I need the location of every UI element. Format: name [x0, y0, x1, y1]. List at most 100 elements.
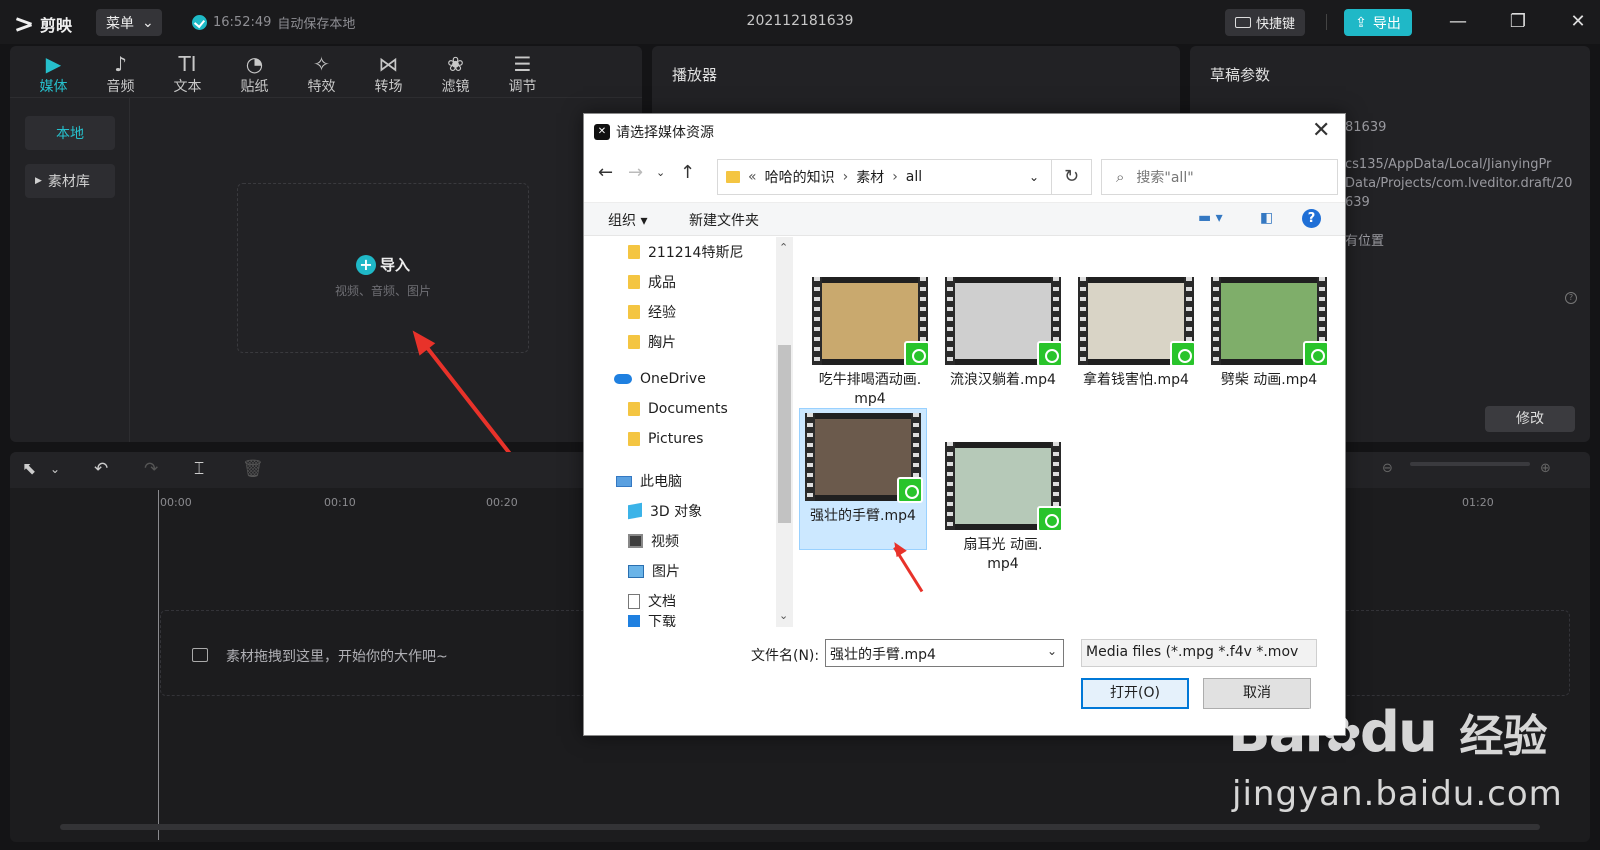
- tab-label: 贴纸: [240, 79, 269, 95]
- tree-item[interactable]: 胸片: [628, 332, 676, 352]
- tree-item[interactable]: 3D 对象: [628, 501, 702, 521]
- video-thumbnail: [805, 413, 923, 503]
- file-type-value: Media files (*.mpg *.f4v *.mov: [1086, 644, 1299, 660]
- title-bar: 剪映 菜单 ⌄ 16:52:49 自动保存本地 202112181639 快捷键…: [0, 0, 1600, 44]
- chevron-down-icon[interactable]: ⌄: [656, 166, 665, 179]
- tab-media[interactable]: ▶ 媒体: [20, 46, 87, 97]
- sidebar-item-library[interactable]: ▶ 素材库: [25, 164, 115, 198]
- file-item[interactable]: 吃牛排喝酒动画. mp4: [806, 273, 934, 409]
- sidebar-item-label: 素材库: [47, 174, 90, 190]
- tree-item-this-pc[interactable]: 此电脑: [616, 471, 682, 491]
- modify-button[interactable]: 修改: [1485, 406, 1575, 432]
- file-item-selected[interactable]: 强壮的手臂.mp4: [799, 408, 927, 550]
- media-tabs: ▶ 媒体 ♪ 音频 TI 文本 ◔ 贴纸 ✧ 特效 ⋈ 转场 ❀ 滤镜 ☰ 调节: [10, 46, 642, 98]
- view-options-icon[interactable]: ▬ ▾: [1198, 210, 1223, 226]
- tree-item[interactable]: 211214特斯尼: [628, 242, 743, 262]
- file-item[interactable]: 流浪汉躺着.mp4: [939, 273, 1067, 390]
- export-label: 导出: [1372, 15, 1401, 32]
- organize-button[interactable]: 组织 ▾: [608, 210, 647, 230]
- watermark-jingyan: 经验: [1459, 711, 1548, 762]
- file-name-value: 强壮的手臂.mp4: [830, 647, 936, 663]
- up-arrow-icon[interactable]: ↑: [680, 162, 695, 183]
- redo-icon[interactable]: ↷: [144, 459, 158, 479]
- help-icon[interactable]: ?: [1565, 292, 1577, 304]
- timeline-scrollbar[interactable]: [60, 824, 1540, 830]
- cloud-icon: [614, 374, 632, 384]
- tree-item-label: Pictures: [648, 431, 704, 447]
- file-type-select[interactable]: Media files (*.mpg *.f4v *.mov: [1081, 639, 1317, 667]
- navigation-row: ← → ⌄ ↑ « 哈哈的知识 › 素材 › all ⌄ ↻ ⌕ 搜索"all": [584, 154, 1345, 195]
- tree-item[interactable]: 视频: [628, 531, 679, 551]
- file-item[interactable]: 拿着钱害怕.mp4: [1072, 273, 1200, 390]
- watermark-du: du: [1359, 700, 1438, 765]
- maximize-icon[interactable]: ❐: [1506, 10, 1530, 34]
- tab-audio[interactable]: ♪ 音频: [87, 46, 154, 97]
- zoom-out-icon[interactable]: ⊖: [1382, 461, 1393, 476]
- shortcut-button[interactable]: 快捷键: [1225, 9, 1305, 36]
- new-folder-button[interactable]: 新建文件夹: [689, 210, 759, 230]
- tree-item[interactable]: 成品: [628, 272, 676, 292]
- zoom-in-icon[interactable]: ⊕: [1540, 461, 1551, 476]
- scrollbar-thumb[interactable]: [778, 345, 791, 523]
- sidebar-item-local[interactable]: 本地: [25, 116, 115, 150]
- chevron-down-icon[interactable]: ⌄: [50, 462, 60, 476]
- dialog-toolbar: 组织 ▾ 新建文件夹 ▬ ▾ ◧ ?: [584, 202, 1345, 236]
- breadcrumb-item[interactable]: 素材: [856, 167, 884, 187]
- breadcrumb-item[interactable]: 哈哈的知识: [765, 167, 835, 187]
- file-item[interactable]: 扇耳光 动画. mp4: [939, 438, 1067, 574]
- file-name-input[interactable]: 强壮的手臂.mp4 ⌄: [825, 639, 1064, 667]
- minimize-icon[interactable]: —: [1446, 10, 1470, 34]
- import-label: 导入: [379, 256, 410, 274]
- zoom-slider[interactable]: [1410, 462, 1530, 466]
- tab-filter[interactable]: ❀ 滤镜: [422, 46, 489, 97]
- help-icon[interactable]: ?: [1302, 209, 1321, 228]
- import-drop-area[interactable]: + 导入 视频、音频、图片: [237, 183, 529, 353]
- tab-adjust[interactable]: ☰ 调节: [489, 46, 556, 97]
- dialog-title-bar: ✕ 请选择媒体资源: [594, 122, 714, 142]
- tree-item[interactable]: Documents: [628, 401, 728, 417]
- undo-icon[interactable]: ↶: [94, 459, 108, 479]
- chevron-down-icon[interactable]: ⌄: [1029, 170, 1039, 184]
- picture-icon: [628, 564, 644, 578]
- import-button[interactable]: + 导入: [238, 254, 528, 275]
- close-icon[interactable]: ✕: [1566, 10, 1590, 34]
- back-arrow-icon[interactable]: ←: [598, 162, 613, 183]
- watermark-url: jingyan.baidu.com: [1232, 774, 1563, 814]
- tree-scrollbar[interactable]: ⌃ ⌄: [776, 237, 793, 627]
- ruler-mark: 00:00: [160, 496, 192, 509]
- chevron-down-icon[interactable]: ⌄: [1047, 644, 1057, 658]
- tab-label: 转场: [374, 79, 403, 95]
- playhead[interactable]: [158, 490, 159, 840]
- chevron-up-icon[interactable]: ⌃: [779, 241, 788, 254]
- draft-path-line3: 639: [1345, 195, 1370, 210]
- capcut-badge-icon: [904, 341, 930, 367]
- tree-item[interactable]: 下载: [628, 615, 676, 627]
- tree-item[interactable]: 经验: [628, 302, 676, 322]
- select-cursor-icon[interactable]: ⬉: [22, 459, 36, 479]
- file-name: 强壮的手臂.mp4: [810, 508, 916, 524]
- search-input[interactable]: ⌕ 搜索"all": [1101, 159, 1338, 195]
- breadcrumb-item[interactable]: all: [906, 169, 922, 185]
- file-item[interactable]: 劈柴 动画.mp4: [1205, 273, 1333, 390]
- close-icon[interactable]: ✕: [1312, 118, 1330, 143]
- forward-arrow-icon[interactable]: →: [628, 162, 643, 183]
- refresh-icon[interactable]: ↻: [1052, 159, 1092, 195]
- export-button[interactable]: ⇪ 导出: [1344, 9, 1412, 36]
- split-icon[interactable]: ⌶: [194, 459, 204, 479]
- tab-sticker[interactable]: ◔ 贴纸: [221, 46, 288, 97]
- tab-effects[interactable]: ✧ 特效: [288, 46, 355, 97]
- address-bar[interactable]: « 哈哈的知识 › 素材 › all ⌄: [717, 159, 1052, 195]
- tree-item[interactable]: 文档: [628, 591, 676, 611]
- tree-item-onedrive[interactable]: OneDrive: [614, 371, 706, 387]
- tree-item[interactable]: Pictures: [628, 431, 703, 447]
- open-button[interactable]: 打开(O): [1081, 678, 1189, 709]
- chevron-down-icon[interactable]: ⌄: [779, 609, 788, 622]
- delete-icon[interactable]: 🗑: [242, 459, 264, 479]
- tab-transition[interactable]: ⋈ 转场: [355, 46, 422, 97]
- preview-pane-icon[interactable]: ◧: [1260, 210, 1273, 226]
- tab-text[interactable]: TI 文本: [154, 46, 221, 97]
- search-placeholder: 搜索"all": [1136, 170, 1194, 186]
- media-icon: ▶: [45, 52, 62, 76]
- breadcrumb-overflow[interactable]: «: [748, 169, 757, 185]
- tree-item[interactable]: 图片: [628, 561, 680, 581]
